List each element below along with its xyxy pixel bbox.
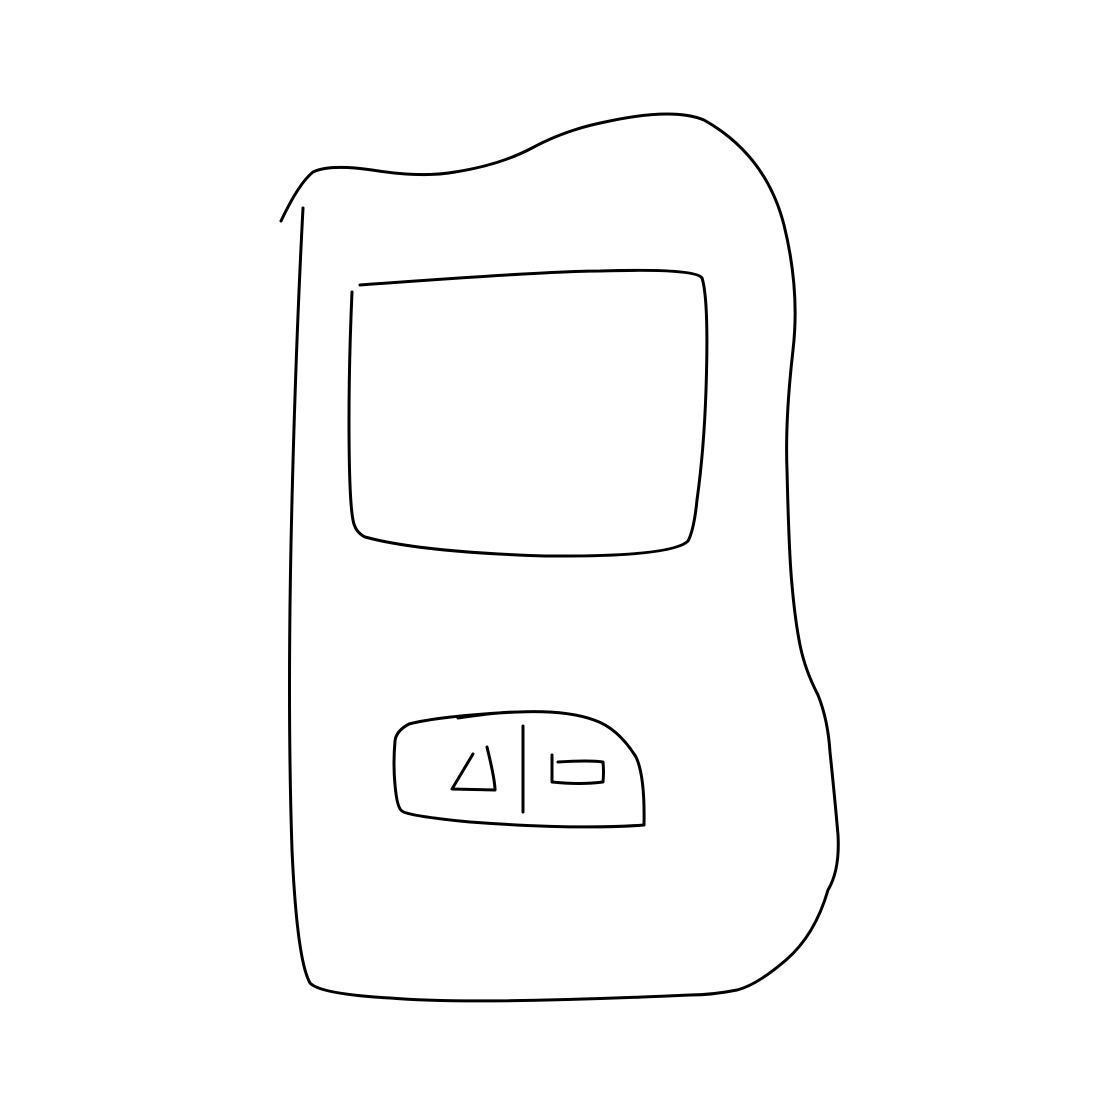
button-panel-outline — [392, 710, 646, 829]
device-screen-outline — [347, 268, 709, 558]
rectangle-icon — [550, 753, 605, 785]
device-sketch — [279, 112, 840, 1003]
sketch-canvas — [0, 0, 1111, 1111]
triangle-icon — [450, 745, 497, 792]
